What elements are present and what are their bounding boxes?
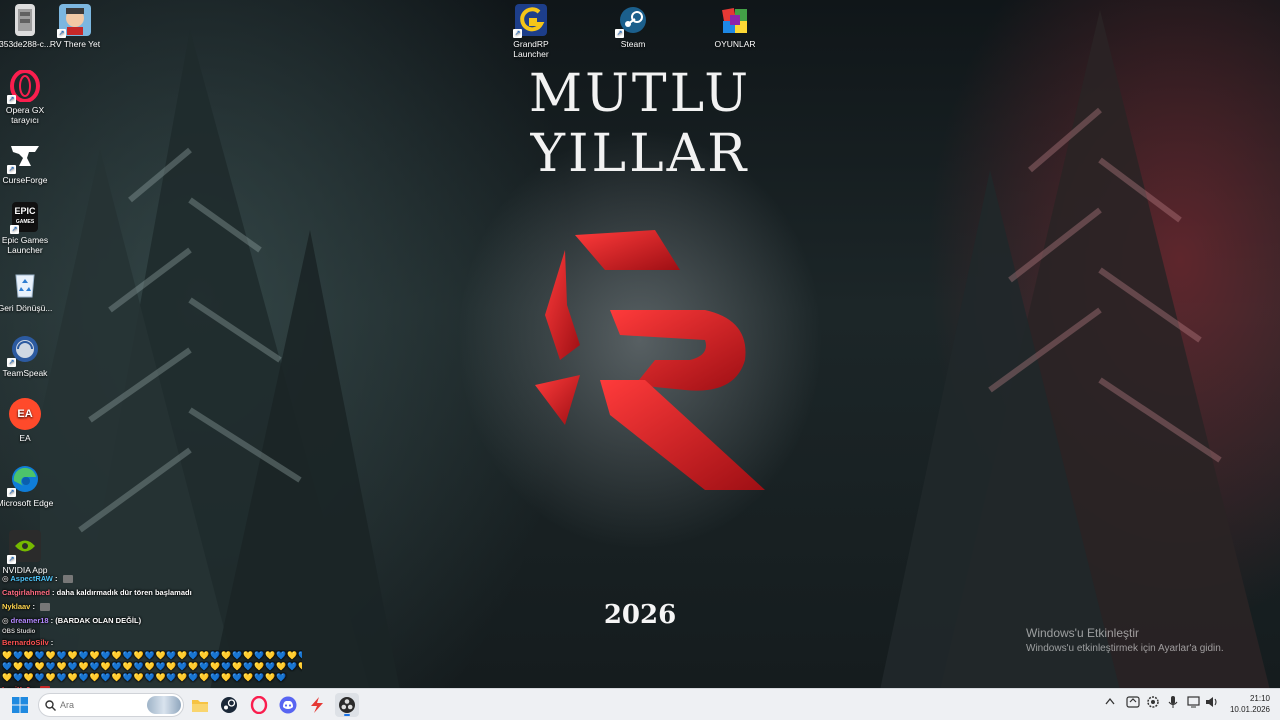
steam-icon: ↗ [615, 4, 649, 38]
windows-logo-icon [12, 697, 28, 713]
desktop-icon-label: Geri Dönüşü... [0, 303, 53, 313]
desktop-icon-rv-there-yet[interactable]: ↗ RV There Yet [44, 4, 106, 49]
desktop-icon-label: CurseForge [2, 175, 48, 185]
tray-volume[interactable] [1205, 695, 1219, 712]
opera-gx-icon [250, 696, 268, 714]
taskbar-file-explorer[interactable] [188, 693, 212, 717]
tray-microphone[interactable] [1167, 695, 1179, 712]
wallpaper-title: MUTLU YILLAR [528, 64, 752, 184]
microphone-icon [1168, 696, 1178, 708]
tray-display[interactable] [1187, 695, 1201, 712]
desktop-icon-teamspeak[interactable]: ↗ TeamSpeak [0, 333, 56, 378]
activation-title: Windows'u Etkinleştir [1026, 626, 1139, 640]
desktop-icon-epic-games[interactable]: EPIC GAMES ↗ Epic Games Launcher [0, 202, 56, 255]
chat-hearts: 💛💙💛💙💛💙💛💙💛💙💛💙💛💙💛💙💛💙💛💙💛💙💛💙💛💙 [2, 673, 287, 682]
taskbar: 21:10 10.01.2026 [0, 688, 1280, 720]
desktop-icon-label: Opera GX tarayıcı [5, 105, 45, 125]
show-hidden-icons-chevron[interactable] [1105, 697, 1115, 708]
chat-message: ◎ dreamer18 : (BARDAK OLAN DEĞİL) [2, 616, 142, 625]
chevron-up-icon [1105, 697, 1115, 705]
curseforge-icon: ↗ [7, 140, 41, 174]
epic-games-icon: EPIC GAMES ↗ [10, 202, 38, 234]
bolt-app-icon [311, 697, 323, 713]
grandrp-logo [535, 230, 765, 490]
search-input[interactable] [60, 700, 130, 710]
windows-activation-watermark: Windows'u Etkinleştir Windows'u etkinleş… [1026, 626, 1224, 654]
search-highlight-image [147, 696, 181, 714]
recycle-bin-icon [9, 268, 41, 300]
desktop-icon-edge[interactable]: ↗ Microsoft Edge [0, 463, 56, 508]
activation-subtitle: Windows'u etkinleştirmek için Ayarlar'a … [1026, 643, 1224, 654]
desktop-icon-ea[interactable]: EA EA [0, 398, 56, 443]
taskbar-clock[interactable]: 21:10 10.01.2026 [1222, 693, 1270, 715]
stream-chat-overlay: ◎ AspectRAW : Catgirlahmed : daha kaldır… [2, 572, 302, 697]
desktop-icon-label: Microsoft Edge [0, 498, 54, 508]
file-icon [15, 4, 35, 36]
folder-icon [719, 4, 751, 36]
speaker-icon [1206, 697, 1217, 707]
start-button[interactable] [8, 693, 32, 717]
active-indicator [344, 714, 350, 716]
desktop-icon-oyunlar[interactable]: OYUNLAR [704, 4, 766, 49]
game-icon: ↗ [57, 4, 91, 38]
taskbar-search-box[interactable] [38, 693, 184, 717]
ea-icon: EA [9, 398, 41, 430]
gear-icon [1147, 696, 1159, 708]
chat-message: BernardoSilv : [2, 638, 54, 647]
tray-settings-app[interactable] [1146, 695, 1160, 712]
steam-icon [221, 697, 237, 713]
desktop-icon-label: TeamSpeak [2, 368, 48, 378]
chat-message: Nyklaav : [2, 600, 302, 614]
taskbar-bolt-app[interactable] [305, 693, 329, 717]
clock-date: 10.01.2026 [1229, 705, 1270, 714]
wallpaper-year: 2026 [603, 600, 677, 630]
chat-message: Catgirlahmed : daha kaldırmadık dür töre… [2, 588, 192, 597]
clock-time: 21:10 [1249, 694, 1270, 703]
taskbar-steam[interactable] [217, 693, 241, 717]
desktop-icon-grandrp[interactable]: ↗ GrandRP Launcher [500, 4, 562, 59]
tray-sync-app[interactable] [1126, 695, 1140, 712]
desktop-icon-curseforge[interactable]: ↗ CurseForge [0, 140, 56, 185]
taskbar-obs-studio[interactable] [335, 693, 359, 717]
desktop-icon-label: OYUNLAR [714, 39, 756, 49]
desktop-icon-label: RV There Yet [49, 39, 101, 49]
discord-icon [279, 696, 297, 714]
obs-tag: OBS Studio [2, 629, 36, 635]
chat-hearts: 💙💛💙💛💙💛💙💛💙💛💙💛💙💛💙💛💙💛💙💛💙💛💙💛💙💛💙💛💙💛 [2, 662, 302, 671]
taskbar-opera-gx[interactable] [247, 693, 271, 717]
desktop-icon-label: Epic Games Launcher [1, 235, 49, 255]
chat-message: ◎ AspectRAW : [2, 572, 302, 586]
obs-studio-icon [339, 697, 355, 713]
desktop-icon-opera-gx[interactable]: ↗ Opera GX tarayıcı [0, 70, 56, 125]
edge-icon: ↗ [7, 463, 41, 497]
file-explorer-icon [192, 700, 208, 712]
right-pine-trees [880, 10, 1270, 688]
search-icon [45, 699, 56, 711]
desktop-icon-steam[interactable]: ↗ Steam [602, 4, 664, 49]
desktop-icon-label: GrandRP Launcher [513, 39, 549, 59]
sync-icon [1126, 696, 1140, 708]
desktop-icon-label: Steam [620, 39, 646, 49]
display-icon [1187, 696, 1200, 708]
desktop-icon-recycle-bin[interactable]: Geri Dönüşü... [0, 268, 56, 313]
nvidia-icon: ↗ [7, 530, 41, 564]
grandrp-icon: ↗ [513, 4, 547, 38]
opera-gx-icon: ↗ [7, 70, 41, 104]
taskbar-discord[interactable] [276, 693, 300, 717]
desktop-icon-nvidia[interactable]: ↗ NVIDIA App [0, 530, 56, 575]
teamspeak-icon: ↗ [7, 333, 41, 367]
chat-hearts: 💛💙💛💙💛💙💛💙💛💙💛💙💛💙💛💙💛💙💛💙💛💙💛💙💛💙💛💙💛💙 [2, 651, 302, 660]
desktop-icon-label: EA [19, 433, 31, 443]
